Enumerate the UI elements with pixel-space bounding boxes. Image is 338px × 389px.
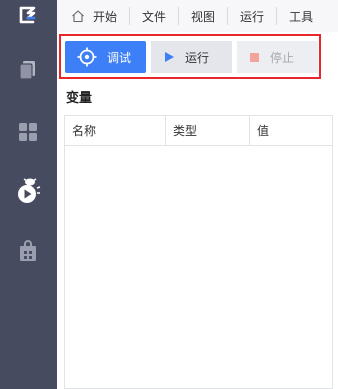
run-button[interactable]: 运行 bbox=[151, 41, 232, 73]
sidebar-item-components[interactable] bbox=[8, 112, 48, 152]
menu-item-tools[interactable]: 工具 bbox=[277, 0, 325, 32]
menu-item-label: 视图 bbox=[191, 9, 216, 24]
menu-item-view[interactable]: 视图 bbox=[179, 0, 227, 32]
left-sidebar bbox=[0, 0, 57, 389]
column-header-value[interactable]: 值 bbox=[250, 116, 332, 145]
stop-button[interactable]: 停止 bbox=[237, 41, 318, 73]
menu-item-run[interactable]: 运行 bbox=[228, 0, 276, 32]
play-icon bbox=[165, 52, 174, 62]
menu-item-label: 文件 bbox=[142, 9, 167, 24]
variables-title: 变量 bbox=[66, 91, 93, 106]
run-button-label: 运行 bbox=[185, 50, 210, 65]
menu-item-label: 开始 bbox=[93, 9, 118, 24]
debug-run-icon bbox=[18, 178, 41, 203]
files-icon bbox=[19, 61, 35, 80]
home-icon bbox=[72, 10, 84, 23]
column-header-type[interactable]: 类型 bbox=[166, 116, 250, 145]
menu-item-label: 工具 bbox=[289, 9, 314, 24]
menu-item-label: 运行 bbox=[240, 9, 265, 24]
app-logo-icon bbox=[19, 6, 36, 24]
stop-button-label: 停止 bbox=[270, 50, 295, 65]
sidebar-item-debug-run[interactable] bbox=[8, 170, 48, 210]
column-header-name[interactable]: 名称 bbox=[65, 116, 166, 145]
debug-button-label: 调试 bbox=[107, 50, 132, 65]
crosshair-icon bbox=[77, 47, 97, 67]
app-window: 开始 文件 视图 运行 工具 调试 运行 停止 变量 名称 类型 值 bbox=[0, 0, 338, 389]
stop-icon bbox=[250, 52, 259, 62]
menu-bar: 开始 文件 视图 运行 工具 bbox=[57, 0, 338, 32]
debug-button[interactable]: 调试 bbox=[65, 41, 146, 73]
sidebar-item-files[interactable] bbox=[8, 50, 48, 90]
package-icon bbox=[20, 240, 36, 261]
components-icon bbox=[19, 123, 37, 141]
sidebar-item-package[interactable] bbox=[8, 232, 48, 272]
menu-item-start[interactable]: 开始 bbox=[57, 0, 129, 32]
menu-item-file[interactable]: 文件 bbox=[130, 0, 178, 32]
variables-table: 名称 类型 值 bbox=[64, 115, 333, 389]
table-header: 名称 类型 值 bbox=[65, 116, 332, 146]
